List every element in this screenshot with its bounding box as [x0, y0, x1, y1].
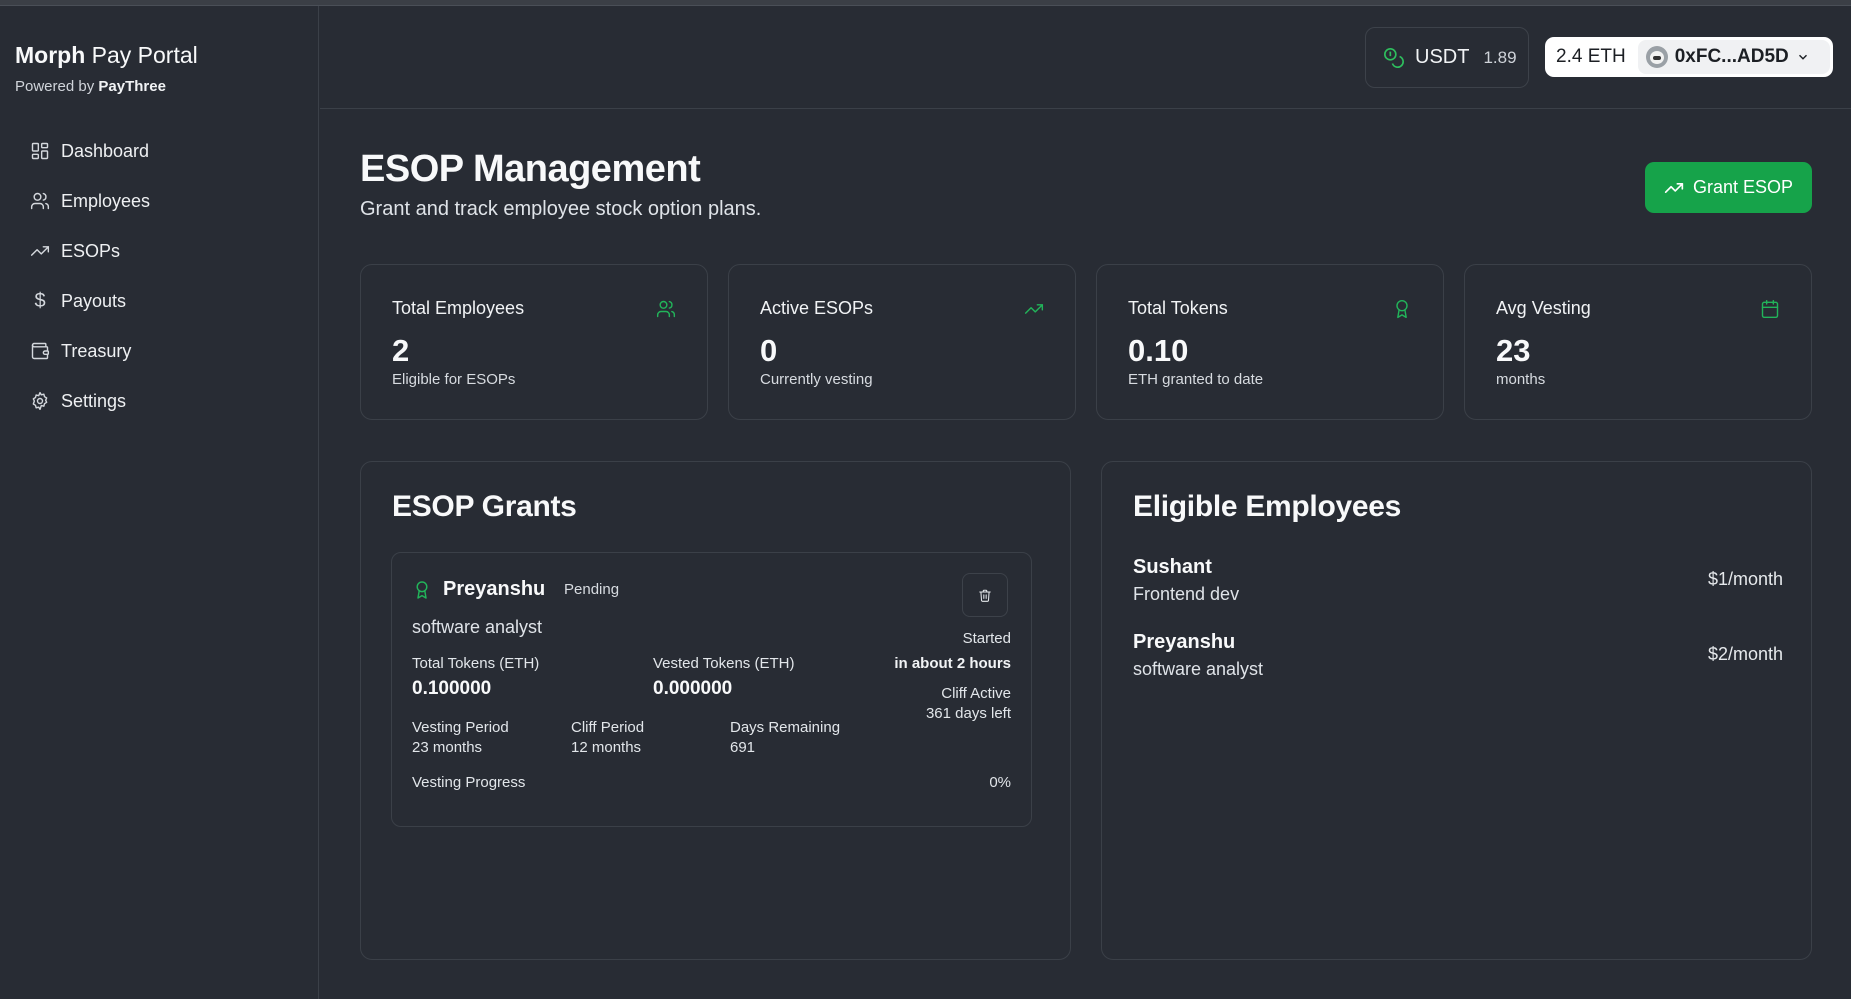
cliff-period-label: Cliff Period: [571, 719, 645, 736]
vesting-period-label: Vesting Period: [412, 719, 509, 736]
stat-label: Active ESOPs: [760, 298, 874, 318]
total-tokens-label: Total Tokens (ETH): [412, 655, 540, 672]
vested-tokens-value: 0.000000: [653, 678, 733, 699]
stat-description: Eligible for ESOPs: [392, 371, 516, 388]
stat-value: 0.10: [1128, 333, 1189, 368]
cliff-status-value: 361 days left: [925, 705, 1011, 722]
grant-employee-role: software analyst: [412, 617, 543, 637]
start-value: in about 2 hours: [894, 655, 1011, 672]
stat-card-total-employees: Total Employees 2 Eligible for ESOPs: [360, 264, 708, 420]
sidebar-item-label: Treasury: [61, 340, 132, 361]
total-tokens-value: 0.100000: [412, 678, 492, 699]
employee-role: Frontend dev: [1133, 584, 1240, 604]
top-header: USDT 1.89 2.4 ETH 0xFC...AD5D: [320, 6, 1851, 109]
wallet-address-chip[interactable]: 0xFC...AD5D: [1637, 40, 1830, 74]
sidebar-item-payouts[interactable]: $ Payouts: [28, 276, 298, 326]
award-icon: [416, 581, 428, 599]
sidebar-item-dashboard[interactable]: Dashboard: [28, 126, 298, 176]
trash-icon: [979, 589, 991, 602]
stat-value: 23: [1496, 333, 1531, 368]
stat-label: Avg Vesting: [1496, 298, 1591, 318]
stat-card-total-tokens: Total Tokens 0.10 ETH granted to date: [1096, 264, 1444, 420]
brand-title[interactable]: Morph Pay Portal: [15, 42, 198, 69]
stat-label: Total Employees: [392, 298, 525, 318]
employee-role: software analyst: [1133, 659, 1264, 679]
trending-up-icon: [30, 246, 50, 256]
cliff-status-label: Cliff Active: [941, 685, 1011, 702]
sidebar-item-esops[interactable]: ESOPs: [28, 226, 298, 276]
list-item[interactable]: Preyanshu software analyst $2/month: [1133, 631, 1783, 687]
users-icon: [656, 300, 676, 318]
stat-description: months: [1496, 371, 1546, 388]
token-balance: 1.89: [1483, 47, 1517, 67]
stat-card-avg-vesting: Avg Vesting 23 months: [1464, 264, 1812, 420]
grant-employee-name: Preyanshu: [443, 578, 546, 600]
gear-icon: [32, 391, 48, 411]
panel-title: ESOP Grants: [392, 490, 577, 523]
stat-value: 2: [392, 333, 410, 368]
grant-esop-button[interactable]: Grant ESOP: [1645, 162, 1812, 213]
powered-by: Powered by PayThree: [15, 78, 166, 95]
sidebar-item-label: Dashboard: [61, 140, 150, 161]
sidebar-item-settings[interactable]: Settings: [28, 376, 298, 426]
eth-balance: 2.4 ETH: [1556, 46, 1626, 67]
vesting-progress-value: 0%: [989, 774, 1011, 791]
eligible-employees-panel: Eligible Employees Sushant Frontend dev …: [1101, 461, 1812, 960]
sidebar-item-treasury[interactable]: Treasury: [28, 326, 298, 376]
chevron-down-icon: [1798, 54, 1807, 60]
sidebar-item-label: ESOPs: [61, 240, 121, 261]
start-label: Started: [962, 630, 1011, 647]
page-title: ESOP Management: [360, 148, 701, 190]
cliff-period-value: 12 months: [571, 739, 642, 756]
dollar-icon: $: [34, 289, 46, 312]
employee-rate: $1/month: [1707, 569, 1783, 589]
usdt-balance-chip[interactable]: USDT 1.89: [1365, 27, 1529, 88]
dashboard-icon: [31, 142, 49, 160]
wallet-button[interactable]: 2.4 ETH 0xFC...AD5D: [1545, 37, 1833, 77]
sidebar-item-employees[interactable]: Employees: [28, 176, 298, 226]
grant-esop-label: Grant ESOP: [1692, 177, 1794, 197]
sidebar-item-label: Payouts: [61, 290, 127, 311]
wallet-icon: [31, 342, 50, 360]
calendar-icon: [1761, 299, 1779, 319]
sidebar-item-label: Employees: [61, 190, 151, 211]
employee-name: Preyanshu: [1133, 631, 1236, 653]
page-subtitle: Grant and track employee stock option pl…: [360, 198, 762, 220]
trending-up-icon: [1024, 304, 1044, 314]
stat-description: Currently vesting: [760, 371, 873, 388]
token-label: USDT: [1415, 46, 1470, 68]
grant-card: Preyanshu Pending software analyst Start…: [391, 552, 1032, 827]
days-remaining-label: Days Remaining: [730, 719, 841, 736]
employee-name: Sushant: [1133, 556, 1212, 578]
days-remaining-value: 691: [730, 739, 756, 756]
delete-grant-button[interactable]: [962, 573, 1008, 617]
sidebar: Morph Pay Portal Powered by PayThree Das…: [0, 6, 319, 999]
avatar: [1645, 46, 1668, 68]
trending-up-icon: [1664, 182, 1684, 193]
employee-rate: $2/month: [1707, 644, 1783, 664]
stat-label: Total Tokens: [1128, 298, 1228, 318]
status-badge: Pending: [564, 581, 620, 598]
wallet-address: 0xFC...AD5D: [1674, 46, 1789, 67]
sidebar-nav: Dashboard Employees ESOPs $ Payouts Trea…: [28, 126, 298, 426]
stat-value: 0: [760, 333, 778, 368]
sidebar-item-label: Settings: [61, 390, 127, 411]
users-icon: [30, 192, 50, 210]
vesting-period-value: 23 months: [412, 739, 483, 756]
vested-tokens-label: Vested Tokens (ETH): [653, 655, 795, 672]
vesting-progress-label: Vesting Progress: [412, 774, 526, 791]
esop-grants-panel: ESOP Grants Preyanshu Pending software a…: [360, 461, 1071, 960]
list-item[interactable]: Sushant Frontend dev $1/month: [1133, 556, 1783, 612]
award-icon: [1396, 299, 1408, 319]
stat-description: ETH granted to date: [1128, 371, 1264, 388]
panel-title: Eligible Employees: [1133, 490, 1402, 523]
stat-card-active-esops: Active ESOPs 0 Currently vesting: [728, 264, 1076, 420]
coins-icon: [1384, 47, 1404, 68]
